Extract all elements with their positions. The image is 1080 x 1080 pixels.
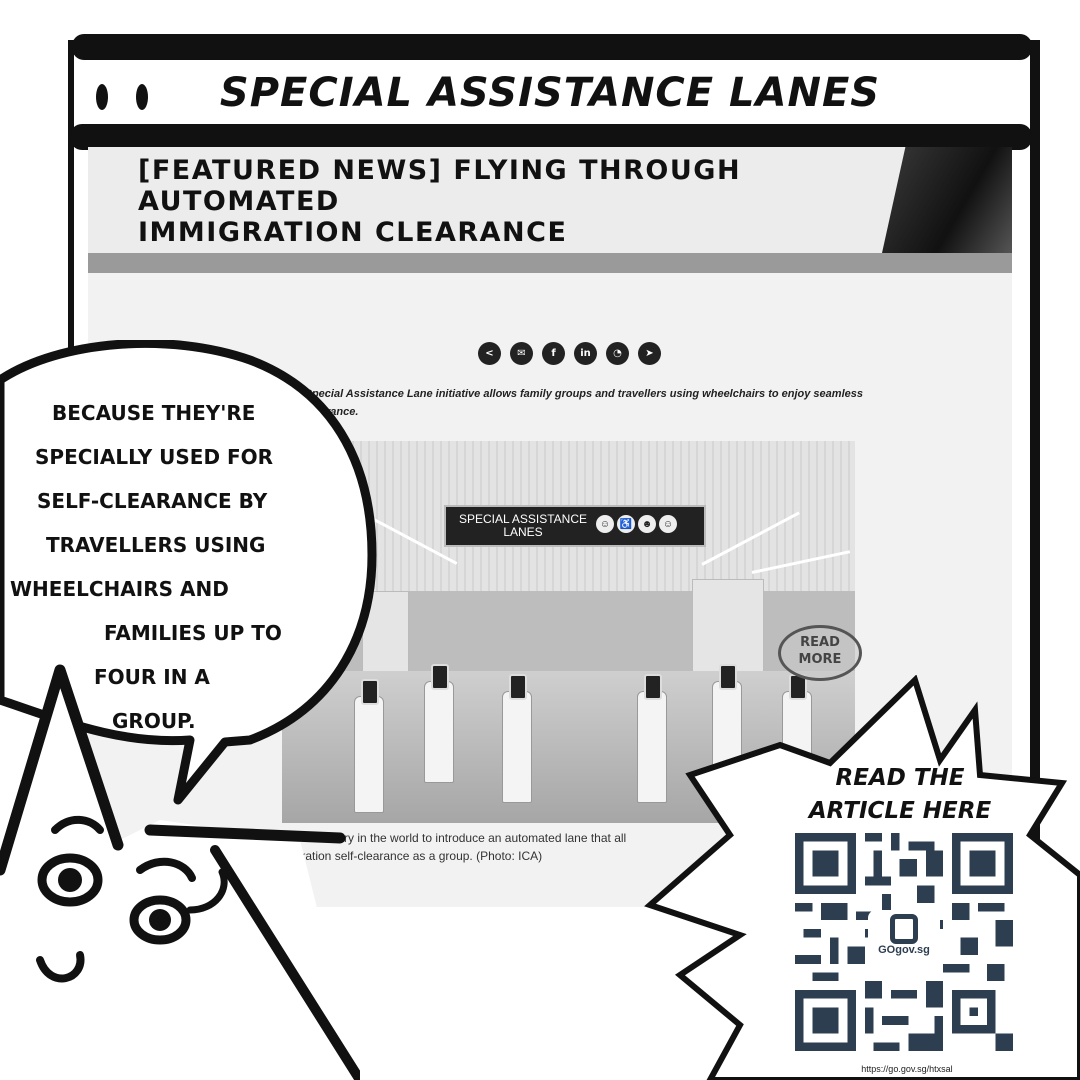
gogov-logo: GOgov.sg <box>868 910 940 974</box>
qr-heading: READ THE ARTICLE HERE <box>800 762 1000 828</box>
person-icon: ☻ <box>638 515 656 533</box>
photo-sign-text: SPECIAL ASSISTANCE LANES <box>453 513 593 539</box>
hero-band <box>88 253 1012 273</box>
linkedin-icon[interactable]: in <box>574 342 597 365</box>
window-dot-icon <box>96 84 108 110</box>
whatsapp-icon[interactable]: ◔ <box>606 342 629 365</box>
person-icon: ☺ <box>659 515 677 533</box>
qr-heading-line: READ THE <box>835 765 965 791</box>
gogov-logo-text: GOgov.sg <box>878 944 930 956</box>
wheelchair-icon: ♿ <box>617 515 635 533</box>
article-headline: [FEATURED NEWS] FLYING THROUGH AUTOMATED… <box>138 155 918 248</box>
window-dot-icon <box>136 84 148 110</box>
facebook-icon[interactable]: f <box>542 342 565 365</box>
headline-line: IMMIGRATION CLEARANCE <box>138 217 568 248</box>
sign-line: LANES <box>503 525 543 539</box>
cat-character <box>0 664 360 1080</box>
bubble-line: SPECIALLY USED FOR <box>35 445 274 469</box>
telegram-icon[interactable]: ➤ <box>638 342 661 365</box>
bubble-line: BECAUSE THEY'RE <box>52 401 256 425</box>
gate-kiosk <box>502 674 532 803</box>
bubble-line: WHEELCHAIRS AND <box>10 577 229 601</box>
qr-heading-line: ARTICLE HERE <box>808 798 992 824</box>
sign-icons: ☺ ♿ ☻ ☺ <box>596 515 677 533</box>
gate-kiosk <box>424 664 454 783</box>
headline-line: [FEATURED NEWS] FLYING THROUGH AUTOMATED <box>138 155 742 217</box>
gogov-logo-icon <box>890 914 918 944</box>
read-more-button[interactable]: READ MORE <box>778 625 862 681</box>
window-title: SPECIAL ASSISTANCE LANES <box>219 70 881 116</box>
window-top-bar <box>72 34 1032 60</box>
share-icon[interactable]: < <box>478 342 501 365</box>
email-icon[interactable]: ✉ <box>510 342 533 365</box>
share-bar: < ✉ f in ◔ ➤ <box>478 342 661 365</box>
qr-url[interactable]: https://go.gov.sg/htxsal <box>842 1064 972 1074</box>
bubble-line: SELF-CLEARANCE BY <box>37 489 268 513</box>
bubble-line: TRAVELLERS USING <box>46 533 266 557</box>
read-more-label: MORE <box>798 652 842 667</box>
article-hero: [FEATURED NEWS] FLYING THROUGH AUTOMATED… <box>88 147 1012 253</box>
read-more-label: READ <box>800 635 840 650</box>
photo-sign: SPECIAL ASSISTANCE LANES ☺ ♿ ☻ ☺ <box>444 505 706 547</box>
family-icon: ☺ <box>596 515 614 533</box>
